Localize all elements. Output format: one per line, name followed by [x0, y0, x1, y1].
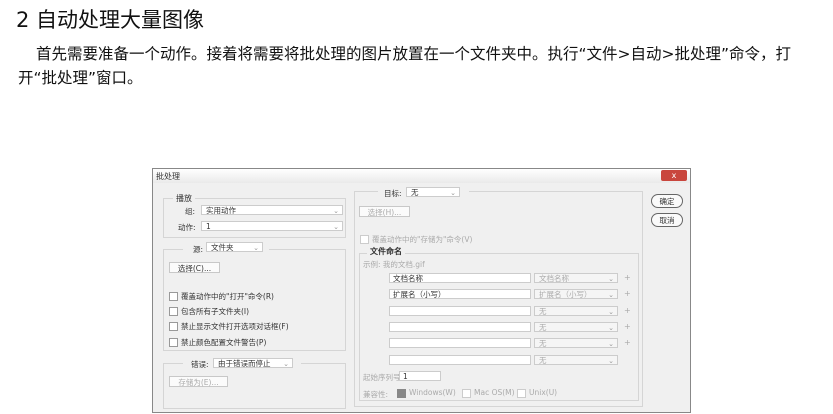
- dialog-title: 批处理: [156, 172, 180, 181]
- naming-input[interactable]: 文档名称: [389, 273, 531, 283]
- naming-select-value: 无: [539, 322, 547, 332]
- chevron-down-icon: ⌄: [333, 223, 339, 231]
- chevron-down-icon: ⌄: [450, 189, 456, 197]
- checkbox-include-subfolders[interactable]: [169, 307, 178, 316]
- serial-input[interactable]: 1: [399, 371, 441, 381]
- save-as-button[interactable]: 存储为(E)...: [169, 376, 228, 387]
- source-choose-button[interactable]: 选择(C)...: [169, 262, 220, 273]
- plus-icon[interactable]: +: [624, 306, 631, 315]
- checkbox-unix[interactable]: [517, 389, 526, 398]
- chevron-down-icon: ⌄: [608, 323, 614, 332]
- error-select[interactable]: 由于错误而停止 ⌄: [213, 358, 293, 368]
- chevron-down-icon: ⌄: [608, 340, 614, 349]
- macos-label: Mac OS(M): [474, 388, 515, 397]
- action-value: 1: [206, 222, 211, 231]
- chevron-down-icon: ⌄: [608, 356, 614, 365]
- chevron-down-icon: ⌄: [283, 360, 289, 368]
- checkbox-windows[interactable]: [397, 389, 406, 398]
- chevron-down-icon: ⌄: [253, 244, 259, 252]
- serial-label: 起始序列号:: [363, 373, 404, 382]
- intro-paragraph: 首先需要准备一个动作。接着将需要将批处理的图片放置在一个文件夹中。执行“文件>自…: [18, 45, 792, 87]
- include-subfolders-label: 包含所有子文件夹(I): [181, 307, 250, 316]
- plus-icon[interactable]: +: [624, 289, 631, 298]
- close-button[interactable]: x: [661, 170, 687, 181]
- naming-select[interactable]: 无 ⌄: [534, 338, 618, 349]
- target-label: 目标:: [384, 189, 402, 198]
- source-select[interactable]: 文件夹 ⌄: [206, 242, 263, 252]
- checkbox-suppress-open-dialogs[interactable]: [169, 322, 178, 331]
- checkbox-override-save-as[interactable]: [360, 235, 369, 244]
- naming-input[interactable]: [389, 321, 531, 332]
- naming-select-value: 无: [539, 339, 547, 349]
- naming-example: 示例: 我的文档.gif: [363, 260, 425, 269]
- batch-dialog: 批处理 x 播放 组: 实用动作 ⌄ 动作: 1 ⌄ 源: 文件夹 ⌄ 选择(C)..…: [152, 168, 691, 413]
- naming-select[interactable]: 无 ⌄: [534, 305, 618, 316]
- cancel-button[interactable]: 取消: [651, 213, 683, 227]
- action-label: 动作:: [178, 223, 196, 232]
- error-label: 错误:: [191, 360, 209, 369]
- group-select[interactable]: 实用动作 ⌄: [201, 205, 343, 215]
- chevron-down-icon: ⌄: [608, 275, 614, 283]
- override-save-as-label: 覆盖动作中的"存储为"命令(V): [372, 235, 473, 244]
- naming-legend: 文件命名: [367, 246, 405, 257]
- unix-label: Unix(U): [529, 388, 558, 397]
- target-select[interactable]: 无 ⌄: [406, 187, 460, 197]
- naming-input[interactable]: 扩展名（小写）: [389, 289, 531, 300]
- group-label: 组:: [185, 207, 196, 216]
- group-value: 实用动作: [206, 206, 236, 215]
- target-choose-button[interactable]: 选择(H)...: [359, 206, 410, 217]
- source-label: 源:: [193, 245, 204, 254]
- source-value: 文件夹: [211, 243, 234, 252]
- naming-select-value: 无: [539, 306, 547, 316]
- checkbox-override-open[interactable]: [169, 292, 178, 301]
- title-bar: 批处理 x: [153, 169, 690, 183]
- windows-label: Windows(W): [409, 388, 456, 397]
- naming-select[interactable]: 无 ⌄: [534, 321, 618, 332]
- naming-input[interactable]: [389, 305, 531, 316]
- section-heading: 2 自动处理大量图像: [16, 8, 205, 32]
- suppress-color-warnings-label: 禁止颜色配置文件警告(P): [181, 338, 267, 347]
- naming-select[interactable]: 无 ⌄: [534, 354, 618, 365]
- plus-icon[interactable]: +: [624, 338, 631, 347]
- suppress-open-dialogs-label: 禁止显示文件打开选项对话框(F): [181, 322, 289, 331]
- override-open-label: 覆盖动作中的"打开"命令(R): [181, 292, 274, 301]
- action-select[interactable]: 1 ⌄: [201, 221, 343, 231]
- checkbox-suppress-color-warnings[interactable]: [169, 338, 178, 347]
- chevron-down-icon: ⌄: [608, 291, 614, 300]
- compat-label: 兼容性:: [363, 390, 389, 399]
- error-value: 由于错误而停止: [218, 359, 271, 368]
- plus-icon[interactable]: +: [624, 273, 631, 282]
- naming-select[interactable]: 扩展名（小写） ⌄: [534, 289, 618, 300]
- naming-input[interactable]: [389, 354, 531, 365]
- naming-select-value: 无: [539, 355, 547, 365]
- naming-select-value: 文档名称: [539, 274, 569, 283]
- plus-icon[interactable]: +: [624, 322, 631, 331]
- naming-input[interactable]: [389, 338, 531, 349]
- ok-button[interactable]: 确定: [651, 194, 683, 208]
- chevron-down-icon: ⌄: [608, 307, 614, 316]
- naming-select[interactable]: 文档名称 ⌄: [534, 273, 618, 283]
- checkbox-macos[interactable]: [462, 389, 471, 398]
- target-value: 无: [411, 188, 419, 197]
- play-legend: 播放: [173, 193, 195, 204]
- chevron-down-icon: ⌄: [333, 207, 339, 215]
- naming-select-value: 扩展名（小写）: [539, 290, 592, 300]
